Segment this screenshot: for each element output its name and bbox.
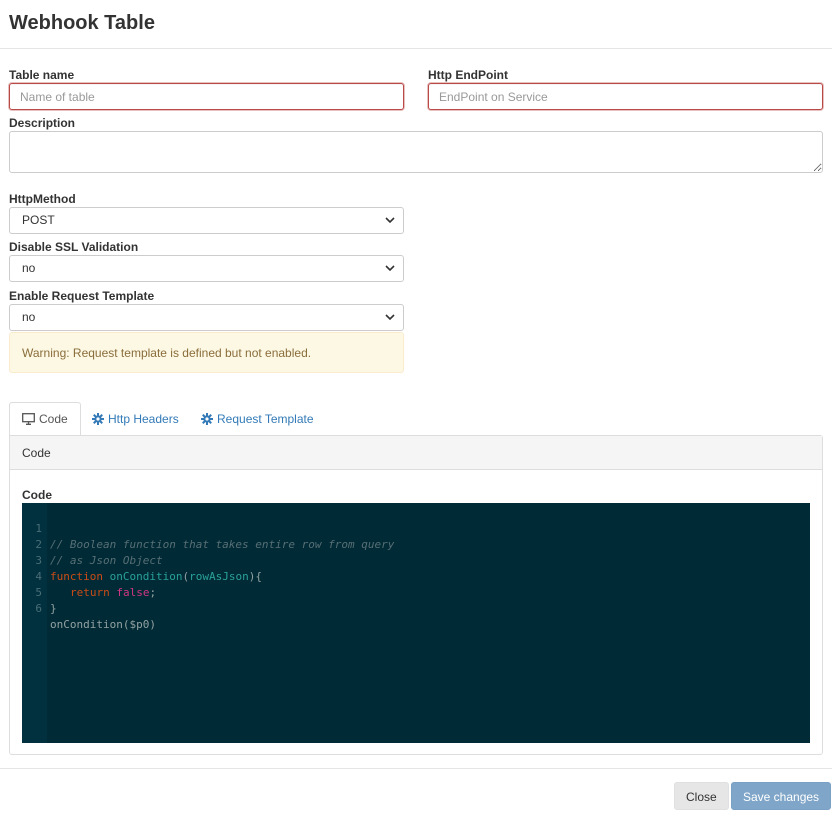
- enable-request-template-value: no: [22, 310, 36, 324]
- tab-code-label: Code: [39, 412, 68, 426]
- code-function-name: onCondition: [109, 570, 183, 583]
- chevron-down-icon: [385, 314, 395, 321]
- http-endpoint-label: Http EndPoint: [428, 68, 508, 82]
- code-param: rowAsJson: [189, 570, 249, 583]
- code-punct: ){: [248, 570, 262, 583]
- webhook-table-modal: Webhook Table Table name Http EndPoint D…: [0, 0, 832, 815]
- code-line: 3 function onCondition(rowAsJson){: [22, 537, 262, 583]
- code-line: 5 }: [22, 569, 88, 615]
- code-boolean: false: [116, 586, 150, 599]
- tab-code[interactable]: Code: [9, 402, 81, 436]
- code-editor[interactable]: 1 // Boolean function that takes entire …: [22, 503, 810, 743]
- code-line: 2 // as Json Object: [22, 521, 162, 567]
- tab-http-headers[interactable]: Http Headers: [80, 402, 191, 436]
- tab-bar: Code Http Headers Request Template: [9, 402, 823, 436]
- modal-header: Webhook Table: [0, 0, 832, 49]
- chevron-down-icon: [385, 265, 395, 272]
- modal-title: Webhook Table: [9, 12, 155, 34]
- description-textarea[interactable]: [9, 131, 823, 173]
- code-text: onCondition($p0): [50, 618, 156, 631]
- gear-icon: [92, 413, 104, 425]
- tab-request-template-label: Request Template: [217, 412, 314, 426]
- tab-http-headers-label: Http Headers: [108, 412, 179, 426]
- code-line: 4 return false;: [22, 553, 156, 599]
- save-changes-button[interactable]: Save changes: [731, 782, 832, 810]
- disable-ssl-select[interactable]: no: [9, 255, 404, 282]
- disable-ssl-value: no: [22, 261, 36, 275]
- code-punct: ;: [149, 586, 157, 599]
- code-panel: Code Code 1 // Boolean function that tak…: [9, 435, 823, 755]
- warning-alert: Warning: Request template is defined but…: [9, 332, 404, 373]
- code-line: 6 onCondition($p0): [22, 585, 156, 631]
- enable-request-template-select[interactable]: no: [9, 304, 404, 331]
- tab-request-template[interactable]: Request Template: [189, 402, 326, 436]
- code-label: Code: [22, 488, 52, 502]
- table-name-label: Table name: [9, 68, 75, 82]
- monitor-icon: [22, 413, 35, 425]
- http-method-label: HttpMethod: [9, 192, 76, 206]
- chevron-down-icon: [385, 217, 395, 224]
- enable-request-template-label: Enable Request Template: [9, 289, 155, 303]
- http-method-select[interactable]: POST: [9, 207, 404, 234]
- code-line: 1 // Boolean function that takes entire …: [22, 505, 394, 551]
- description-label: Description: [9, 116, 76, 130]
- http-method-value: POST: [22, 213, 55, 227]
- code-text: // Boolean function that takes entire ro…: [50, 538, 395, 551]
- close-button[interactable]: Close: [674, 782, 729, 810]
- panel-heading: Code: [10, 436, 822, 470]
- table-name-input[interactable]: [9, 83, 404, 110]
- gear-icon: [201, 413, 213, 425]
- line-number: 6: [35, 602, 42, 615]
- http-endpoint-input[interactable]: [428, 83, 823, 110]
- modal-footer: Close Save changes: [0, 768, 832, 815]
- disable-ssl-label: Disable SSL Validation: [9, 240, 139, 254]
